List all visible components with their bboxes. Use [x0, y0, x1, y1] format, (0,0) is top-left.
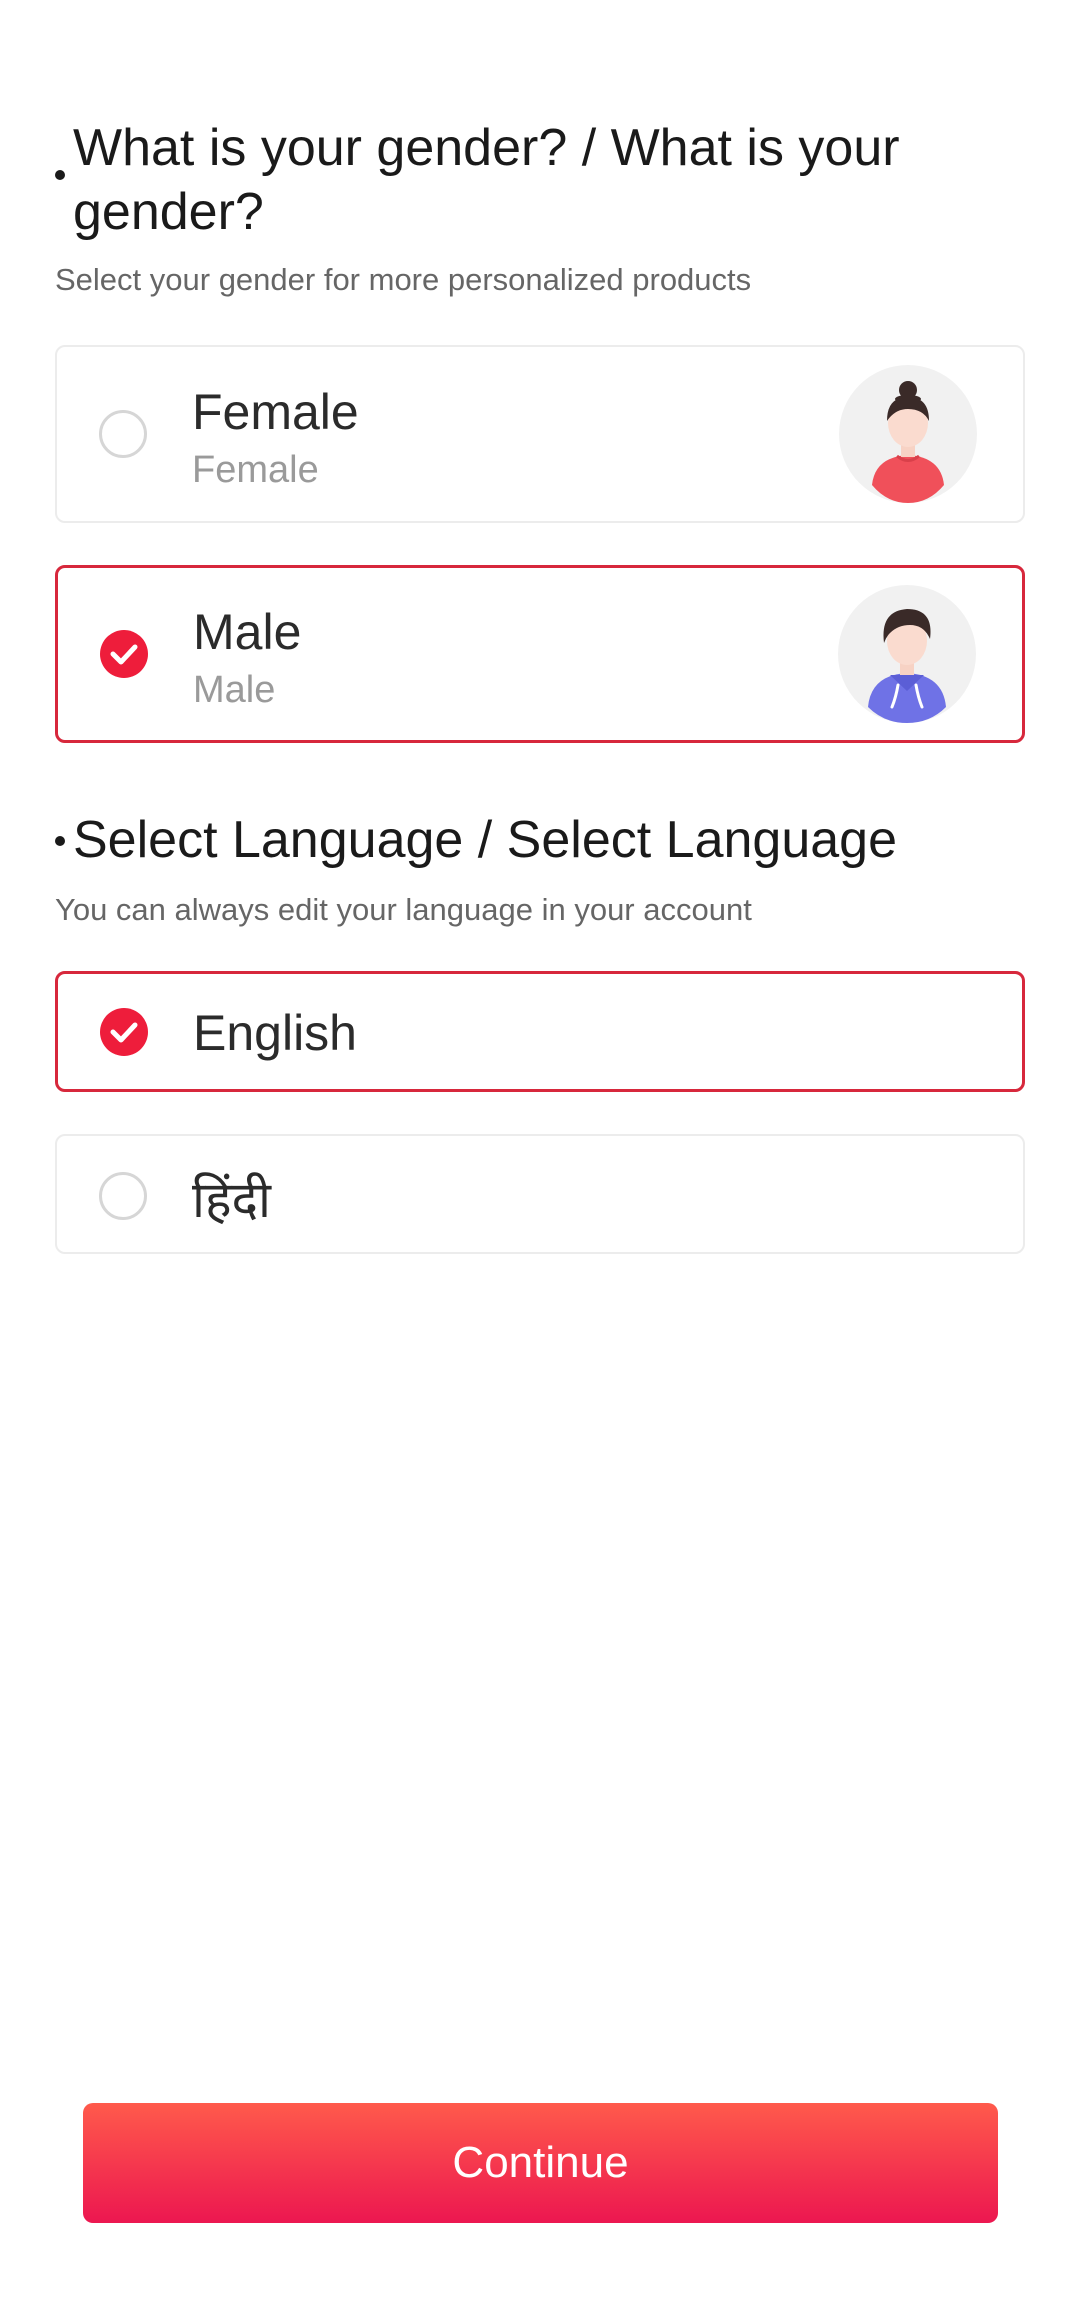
language-title-text: Select Language / Select Language — [73, 811, 898, 869]
continue-button[interactable]: Continue — [83, 2103, 998, 2223]
gender-title-text: What is your gender? / What is your gend… — [73, 119, 900, 241]
gender-option-male[interactable]: Male Male — [55, 565, 1025, 743]
male-sublabel: Male — [193, 669, 276, 711]
gender-subtitle: Select your gender for more personalized… — [55, 262, 752, 297]
female-label: Female — [192, 384, 359, 440]
language-section-title: Select Language / Select Language — [55, 808, 1035, 872]
language-option-english[interactable]: English — [55, 971, 1025, 1092]
male-label: Male — [193, 604, 302, 660]
language-subtitle: You can always edit your language in you… — [55, 892, 752, 927]
bullet-dot — [55, 836, 65, 846]
gender-section-title: What is your gender? / What is your gend… — [55, 116, 1035, 244]
empty-circle-icon — [99, 410, 147, 458]
female-sublabel: Female — [192, 449, 319, 491]
gender-option-female[interactable]: Female Female — [55, 345, 1025, 523]
english-label: English — [193, 1005, 357, 1061]
female-avatar-icon — [839, 365, 977, 503]
empty-circle-icon — [99, 1172, 147, 1220]
check-circle-icon — [100, 630, 148, 678]
male-avatar-icon — [838, 585, 976, 723]
hindi-label: हिंदी — [192, 1172, 271, 1228]
check-circle-icon — [100, 1008, 148, 1056]
language-option-hindi[interactable]: हिंदी — [55, 1134, 1025, 1254]
bullet-dot — [55, 170, 65, 180]
